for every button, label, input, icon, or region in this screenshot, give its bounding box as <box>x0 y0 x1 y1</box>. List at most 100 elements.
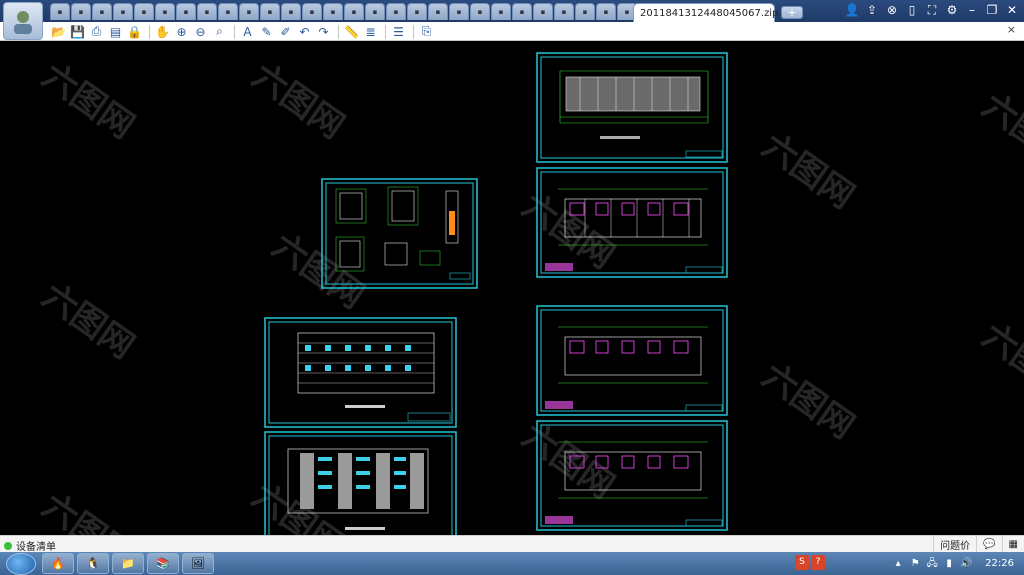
restore-icon[interactable]: ❐ <box>984 2 1000 18</box>
measure-icon[interactable]: ≣ <box>362 24 379 40</box>
export-icon[interactable]: ⎘ <box>418 24 435 40</box>
ruler-icon[interactable]: 📏 <box>343 24 360 40</box>
toolbar-separator <box>234 24 235 39</box>
sheet-floor-plan-roof <box>536 52 728 163</box>
flag-icon[interactable]: ⚑ <box>909 558 921 570</box>
pencil-icon[interactable]: ✎ <box>258 24 275 40</box>
zoom-out-icon[interactable]: ⊖ <box>192 24 209 40</box>
tab-inactive[interactable]: ▪ <box>512 3 532 20</box>
minimize-icon[interactable]: – <box>964 2 980 18</box>
tab-inactive[interactable]: ▪ <box>50 3 70 20</box>
taskbar: 🔥 🐧 📁 📚 🖼 S ? ▴ ⚑ 🖧 ▮ 🔊 22:26 <box>0 552 1024 575</box>
tab-inactive[interactable]: ▪ <box>176 3 196 20</box>
winrar-icon[interactable]: 📚 <box>147 553 179 574</box>
ime-mode[interactable]: S <box>795 555 809 570</box>
tab-inactive[interactable]: ▪ <box>302 3 322 20</box>
grid-icon[interactable]: ▦ <box>1001 536 1024 552</box>
watermark: 六图网 <box>755 356 861 447</box>
new-tab-button[interactable]: + <box>781 6 803 19</box>
tab-inactive[interactable]: ▪ <box>365 3 385 20</box>
tab-active[interactable]: 20118413124480450​67.zip... × <box>633 3 798 22</box>
redo-icon[interactable]: ↷ <box>315 24 332 40</box>
fullscreen-icon[interactable]: ⛶ <box>924 2 940 18</box>
lock-icon[interactable]: 🔒 <box>126 24 143 40</box>
phone-icon[interactable]: ▯ <box>904 2 920 18</box>
sheet-elevation-1 <box>264 317 457 428</box>
toolbar-separator <box>413 24 414 39</box>
viewer-icon[interactable]: 🖼 <box>182 553 214 574</box>
open-icon[interactable]: 📂 <box>50 24 67 40</box>
tab-inactive[interactable]: ▪ <box>491 3 511 20</box>
zoom-window-icon[interactable]: ⌕ <box>211 24 228 40</box>
tab-inactive[interactable]: ▪ <box>218 3 238 20</box>
tab-inactive[interactable]: ▪ <box>386 3 406 20</box>
signal-icon[interactable]: ▮ <box>943 558 955 570</box>
tab-inactive[interactable]: ▪ <box>575 3 595 20</box>
status-indicator-icon <box>4 541 12 550</box>
tab-inactive[interactable]: ▪ <box>239 3 259 20</box>
volume-icon[interactable]: 🔊 <box>960 558 972 570</box>
tab-inactive[interactable]: ▪ <box>260 3 280 20</box>
browser-icon[interactable]: 🔥 <box>42 553 74 574</box>
close-icon[interactable]: ✕ <box>1004 2 1020 18</box>
tab-inactive[interactable]: ▪ <box>323 3 343 20</box>
sheet-floor-plan-3 <box>536 305 728 416</box>
tab-inactive[interactable]: ▪ <box>281 3 301 20</box>
tab-inactive[interactable]: ▪ <box>92 3 112 20</box>
toolbar: 📂 💾 ⎙ ▤ 🔒 ✋ ⊕ ⊖ ⌕ A ✎ ✐ ↶ ↷ 📏 ≣ ☰ ⎘ × <box>0 22 1024 41</box>
up-arrow-icon[interactable]: ▴ <box>892 558 904 570</box>
tab-inactive[interactable]: ▪ <box>596 3 616 20</box>
network-icon[interactable]: 🖧 <box>926 558 938 570</box>
pdf-icon[interactable]: ▤ <box>107 24 124 40</box>
tab-inactive[interactable]: ▪ <box>554 3 574 20</box>
clock[interactable]: 22:26 <box>985 558 1014 569</box>
tab-inactive[interactable]: ▪ <box>197 3 217 20</box>
status-label[interactable]: 设备清单 <box>16 538 56 553</box>
tab-inactive[interactable]: ▪ <box>71 3 91 20</box>
app-window: ▪▪▪▪▪▪▪▪▪▪▪▪▪▪▪▪▪▪▪▪▪▪▪▪▪▪▪▪▪ 2011841312… <box>0 0 1024 575</box>
tab-inactive[interactable]: ▪ <box>533 3 553 20</box>
ime-help[interactable]: ? <box>811 555 825 570</box>
watermark: 六图网 <box>755 126 861 217</box>
folder-icon[interactable]: 📁 <box>112 553 144 574</box>
user-avatar[interactable] <box>3 2 43 40</box>
watermark-group: 六图网 六图网 六图网 六图网 六图网 六图网 六图网 六图网 六图网 六图网 … <box>35 56 1024 535</box>
text-icon[interactable]: A <box>239 24 256 40</box>
user-icon <box>14 11 32 34</box>
settings-icon[interactable]: ⚙ <box>944 2 960 18</box>
print-icon[interactable]: ⎙ <box>88 24 105 40</box>
watermark: 六图网 <box>35 486 141 535</box>
tab-inactive[interactable]: ▪ <box>155 3 175 20</box>
zoom-in-icon[interactable]: ⊕ <box>173 24 190 40</box>
users-icon[interactable]: 👤 <box>844 2 860 18</box>
tab-inactive[interactable]: ▪ <box>113 3 133 20</box>
start-button[interactable] <box>6 553 36 575</box>
pan-icon[interactable]: ✋ <box>154 24 171 40</box>
system-tray: ▴ ⚑ 🖧 ▮ 🔊 22:26 <box>892 552 1020 575</box>
tab-inactive[interactable]: ▪ <box>344 3 364 20</box>
link-icon[interactable]: ⊗ <box>884 2 900 18</box>
save-icon[interactable]: 💾 <box>69 24 86 40</box>
tab-inactive[interactable]: ▪ <box>428 3 448 20</box>
ime-indicator[interactable]: S ? <box>795 555 825 570</box>
tab-inactive[interactable]: ▪ <box>470 3 490 20</box>
tab-active-title: 20118413124480450​67.zip... <box>640 7 788 19</box>
layers-icon[interactable]: ☰ <box>390 24 407 40</box>
highlighter-icon[interactable]: ✐ <box>277 24 294 40</box>
drawing-canvas[interactable]: 六图网 六图网 六图网 六图网 六图网 六图网 六图网 六图网 六图网 六图网 … <box>0 41 1024 535</box>
help-button[interactable]: 问题价 <box>933 536 976 552</box>
toolbar-close-icon[interactable]: × <box>1007 23 1016 36</box>
chat-icon[interactable]: 💬 <box>976 536 1001 552</box>
tab-inactive[interactable]: ▪ <box>134 3 154 20</box>
qq-icon[interactable]: 🐧 <box>77 553 109 574</box>
watermark: 六图网 <box>245 56 351 147</box>
watermark: 六图网 <box>975 86 1024 177</box>
tab-bar: ▪▪▪▪▪▪▪▪▪▪▪▪▪▪▪▪▪▪▪▪▪▪▪▪▪▪▪▪▪ 2011841312… <box>0 0 1024 40</box>
tab-inactive[interactable]: ▪ <box>449 3 469 20</box>
toolbar-separator <box>338 24 339 39</box>
toolbar-separator <box>385 24 386 39</box>
share-icon[interactable]: ⇪ <box>864 2 880 18</box>
tab-inactive[interactable]: ▪ <box>407 3 427 20</box>
tool-buttons: 📂 💾 ⎙ ▤ 🔒 ✋ ⊕ ⊖ ⌕ A ✎ ✐ ↶ ↷ 📏 ≣ ☰ ⎘ <box>50 23 437 40</box>
undo-icon[interactable]: ↶ <box>296 24 313 40</box>
